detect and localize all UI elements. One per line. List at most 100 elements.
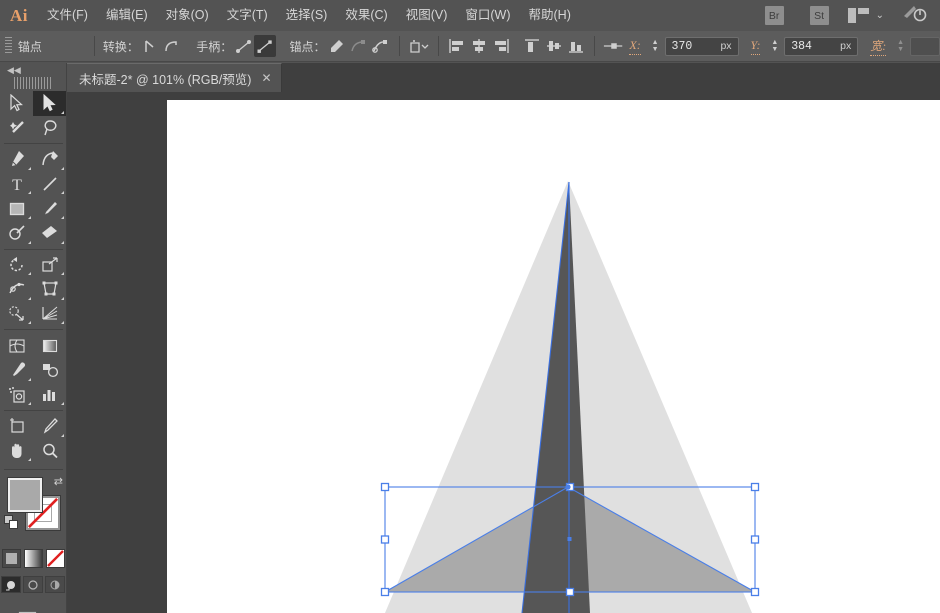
draw-normal-button[interactable] — [1, 576, 21, 594]
zoom-tool[interactable] — [33, 439, 66, 464]
arrange-documents-icon[interactable] — [847, 8, 869, 23]
swap-fill-stroke-icon[interactable]: ⇄ — [54, 475, 63, 488]
hand-tool[interactable] — [0, 439, 33, 464]
y-stepper[interactable]: ▲ ▼ — [768, 39, 781, 53]
menu-view[interactable]: 视图(V) — [397, 0, 457, 31]
control-bar: 锚点 转换： 手柄： 锚点： X: ▲ ▼ 370 px Y: ▲ ▼ 384 … — [0, 31, 940, 62]
blend-tool[interactable] — [33, 358, 66, 383]
eyedropper-tool[interactable] — [0, 358, 33, 383]
stock-button[interactable]: St — [809, 6, 829, 25]
artboard-tool[interactable] — [0, 414, 33, 439]
tool-more-indicator — [61, 191, 64, 195]
scale-tool[interactable] — [33, 253, 66, 278]
collapse-panel-button[interactable]: ◀◀ — [0, 63, 66, 77]
rotate-tool[interactable] — [0, 253, 33, 278]
tool-more-indicator — [61, 402, 64, 406]
menu-window[interactable]: 窗口(W) — [456, 0, 519, 31]
free-transform-tool[interactable] — [33, 277, 66, 302]
divider — [93, 36, 95, 56]
pen-tool[interactable] — [0, 147, 33, 172]
tool-more-indicator — [28, 458, 31, 462]
menu-object[interactable]: 对象(O) — [157, 0, 218, 31]
rectangle-tool[interactable] — [0, 196, 33, 221]
cut-path-icon[interactable] — [369, 35, 391, 57]
slice-tool[interactable] — [33, 414, 66, 439]
curvature-tool[interactable] — [33, 147, 66, 172]
symbol-sprayer-tool[interactable] — [0, 383, 33, 408]
x-field[interactable]: 370 px — [664, 36, 739, 56]
hide-handles-icon[interactable] — [253, 35, 276, 57]
artwork — [380, 181, 760, 613]
isolate-selected-icon[interactable] — [408, 35, 430, 57]
anchor-panel-label: 锚点 — [17, 39, 42, 54]
tool-more-indicator — [28, 296, 31, 300]
gradient-mode-button[interactable] — [23, 549, 43, 569]
tools-panel-grip[interactable] — [14, 77, 52, 89]
width-field[interactable] — [910, 36, 940, 56]
type-tool[interactable]: T — [0, 172, 33, 197]
y-field[interactable]: 384 px — [784, 36, 859, 56]
align-horizontal-center-icon[interactable] — [468, 35, 490, 57]
align-left-icon[interactable] — [447, 35, 469, 57]
tool-more-indicator — [61, 321, 64, 325]
document-tab-title: 未标题-2* @ 101% (RGB/预览) — [79, 72, 252, 87]
align-right-icon[interactable] — [490, 35, 512, 57]
change-screen-mode-button[interactable] — [0, 609, 66, 613]
workspace-switcher-icon[interactable] — [902, 4, 928, 27]
convert-to-corner-icon[interactable] — [139, 35, 161, 57]
divider — [437, 36, 439, 56]
selection-tool[interactable] — [0, 91, 33, 116]
draw-inside-icon — [50, 580, 59, 590]
shaper-tool[interactable] — [0, 221, 33, 246]
align-bottom-icon[interactable] — [565, 35, 587, 57]
mesh-tool[interactable] — [0, 333, 33, 358]
tool-more-indicator — [28, 166, 31, 170]
close-icon[interactable]: ✕ — [261, 71, 271, 85]
column-graph-tool[interactable] — [33, 383, 66, 408]
tool-more-indicator — [28, 402, 31, 406]
menu-file[interactable]: 文件(F) — [38, 0, 97, 31]
x-stepper[interactable]: ▲ ▼ — [649, 39, 662, 53]
document-tab[interactable]: 未标题-2* @ 101% (RGB/预览) ✕ — [67, 63, 282, 92]
chevron-down-icon[interactable]: ⌄ — [876, 10, 884, 21]
direct-selection-tool[interactable] — [33, 91, 66, 116]
menu-effect[interactable]: 效果(C) — [336, 0, 396, 31]
magic-wand-tool[interactable] — [0, 116, 33, 141]
default-fill-stroke-icon[interactable] — [4, 515, 19, 535]
connect-anchor-icon[interactable] — [347, 35, 369, 57]
menu-edit[interactable]: 编辑(E) — [97, 0, 157, 31]
show-handles-icon[interactable] — [232, 35, 254, 57]
fill-stroke-controls: ⇄ — [0, 475, 67, 541]
canvas-area[interactable] — [67, 100, 940, 613]
perspective-grid-tool[interactable] — [33, 302, 66, 327]
draw-behind-button[interactable] — [23, 576, 43, 594]
divider — [4, 410, 63, 412]
tool-more-indicator — [61, 433, 64, 437]
artboard[interactable] — [167, 100, 940, 613]
color-mode-button[interactable] — [1, 549, 21, 569]
align-top-icon[interactable] — [521, 35, 543, 57]
shape-builder-tool[interactable] — [0, 302, 33, 327]
bridge-button[interactable]: Br — [764, 6, 784, 25]
align-vertical-center-icon[interactable] — [543, 35, 565, 57]
convert-to-smooth-icon[interactable] — [161, 35, 183, 57]
remove-anchor-icon[interactable] — [326, 35, 348, 57]
menu-type[interactable]: 文字(T) — [218, 0, 277, 31]
line-segment-tool[interactable] — [33, 172, 66, 197]
menu-help[interactable]: 帮助(H) — [520, 0, 580, 31]
document-tab-bar: 未标题-2* @ 101% (RGB/预览) ✕ — [67, 63, 940, 100]
draw-inside-button[interactable] — [45, 576, 65, 594]
handle-top-left — [380, 482, 390, 492]
fill-swatch[interactable] — [7, 477, 43, 514]
menu-select[interactable]: 选择(S) — [277, 0, 337, 31]
paintbrush-tool[interactable] — [33, 196, 66, 221]
control-bar-grip[interactable] — [5, 37, 12, 55]
gradient-tool[interactable] — [33, 333, 66, 358]
divider — [4, 248, 63, 250]
lasso-tool[interactable] — [33, 116, 66, 141]
width-stepper[interactable]: ▲ ▼ — [894, 39, 907, 53]
eraser-tool[interactable] — [33, 221, 66, 246]
width-tool[interactable] — [0, 277, 33, 302]
transform-icon[interactable] — [603, 35, 625, 57]
none-mode-button[interactable] — [45, 549, 65, 569]
